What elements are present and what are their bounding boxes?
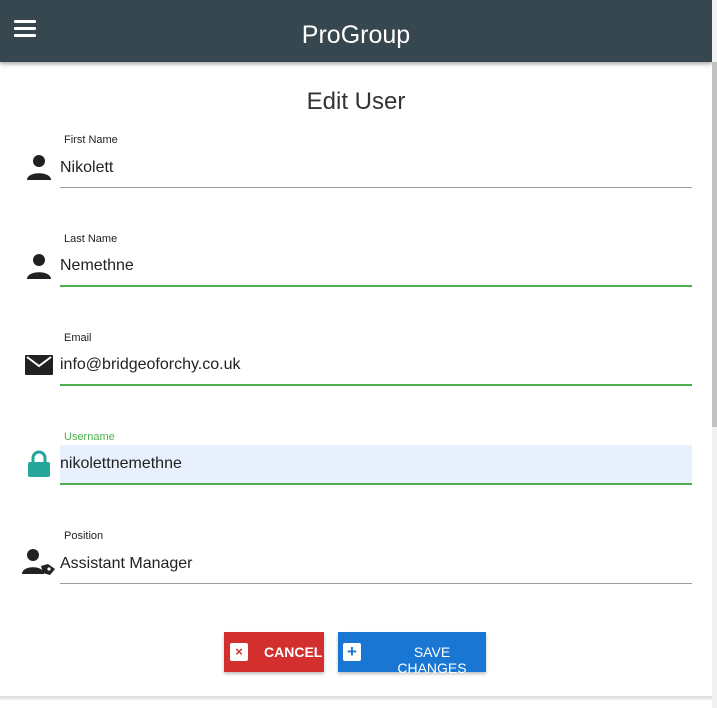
lock-icon [28, 450, 50, 477]
username-label: Username [64, 431, 115, 443]
person-icon [27, 254, 51, 279]
email-field: Email [0, 332, 712, 402]
person-tag-icon [22, 549, 55, 575]
envelope-icon [25, 355, 53, 375]
position-input[interactable] [60, 544, 692, 584]
bottom-divider [0, 696, 712, 698]
position-label: Position [64, 530, 104, 542]
position-field: Position [0, 530, 712, 600]
first-name-label: First Name [64, 134, 118, 146]
save-changes-button[interactable]: + SAVE CHANGES [338, 632, 486, 676]
edit-user-page: ProGroup Edit User First Name Last Name … [0, 0, 717, 708]
last-name-input[interactable] [60, 247, 692, 287]
close-icon: × [230, 643, 248, 661]
cancel-button[interactable]: × CANCEL [224, 632, 324, 672]
email-input[interactable] [60, 346, 692, 386]
last-name-label: Last Name [64, 233, 118, 245]
app-title: ProGroup [301, 21, 411, 49]
save-changes-button-label: SAVE CHANGES [397, 644, 467, 676]
scrollbar-track[interactable] [712, 0, 717, 708]
cancel-button-label: CANCEL [264, 644, 323, 660]
page-title: Edit User [306, 88, 406, 115]
plus-icon: + [343, 643, 361, 661]
scrollbar-thumb[interactable] [712, 62, 717, 427]
first-name-field: First Name [0, 134, 712, 204]
person-icon [27, 155, 51, 180]
username-input[interactable] [60, 445, 692, 485]
hamburger-menu-icon[interactable] [14, 20, 38, 40]
username-field: Username [0, 431, 712, 501]
email-label: Email [64, 332, 92, 344]
last-name-field: Last Name [0, 233, 712, 303]
app-header: ProGroup [0, 0, 712, 62]
first-name-input[interactable] [60, 148, 692, 188]
